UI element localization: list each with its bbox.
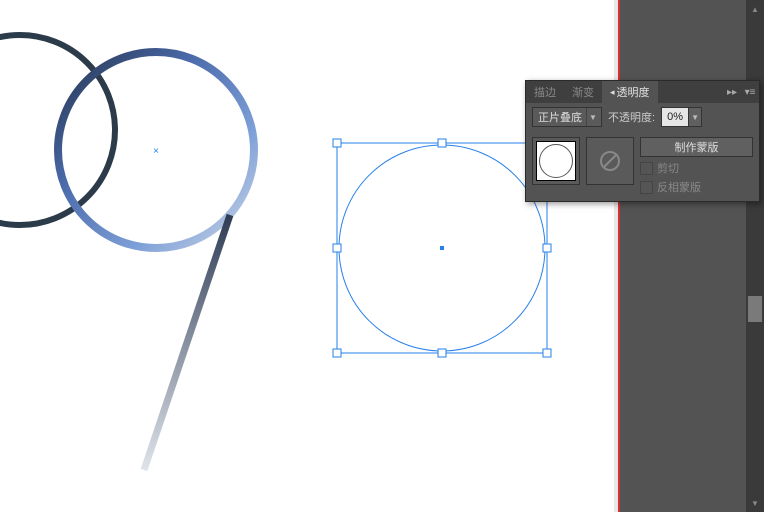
clip-checkbox[interactable] xyxy=(640,162,653,175)
object-thumbnail[interactable] xyxy=(532,137,580,185)
clip-label: 剪切 xyxy=(657,160,679,176)
tab-gradient[interactable]: 渐变 xyxy=(564,81,602,103)
blend-mode-value: 正片叠底 xyxy=(538,109,582,125)
opacity-value[interactable]: 0% xyxy=(662,108,688,126)
handle-se[interactable] xyxy=(543,349,551,357)
opacity-input[interactable]: 0% ▼ xyxy=(661,107,702,127)
panel-row-mask: 制作蒙版 剪切 反相蒙版 xyxy=(526,131,759,201)
center-point xyxy=(440,246,444,250)
shape-tail-nine xyxy=(144,215,230,470)
scrollbar-vertical[interactable]: ▲ ▼ xyxy=(746,0,764,512)
make-mask-button[interactable]: 制作蒙版 xyxy=(640,137,753,157)
scroll-up-button[interactable]: ▲ xyxy=(748,2,762,16)
invert-mask-checkbox[interactable] xyxy=(640,181,653,194)
mask-thumbnail-empty[interactable] xyxy=(586,137,634,185)
panel-menu-icon[interactable]: ▾≡ xyxy=(741,87,759,98)
guide-line-red[interactable] xyxy=(618,0,620,512)
handle-sw[interactable] xyxy=(333,349,341,357)
right-panel-strip xyxy=(618,0,746,512)
handle-s[interactable] xyxy=(438,349,446,357)
chevron-left-icon: ◂ xyxy=(610,87,615,98)
handle-nw[interactable] xyxy=(333,139,341,147)
tab-transparency[interactable]: ◂ 透明度 xyxy=(602,81,658,103)
tab-stroke[interactable]: 描边 xyxy=(526,81,564,103)
handle-n[interactable] xyxy=(438,139,446,147)
blend-mode-dropdown[interactable]: 正片叠底 ▼ xyxy=(532,107,602,127)
panel-row-blend: 正片叠底 ▼ 不透明度: 0% ▼ xyxy=(526,103,759,131)
artboard[interactable]: × xyxy=(0,0,614,512)
dropdown-icon: ▼ xyxy=(586,108,599,126)
dropdown-icon[interactable]: ▼ xyxy=(688,108,701,126)
transparency-panel[interactable]: 描边 渐变 ◂ 透明度 ▸▸ ▾≡ 正片叠底 ▼ 不透明度: 0% ▼ xyxy=(525,80,760,202)
invert-mask-label: 反相蒙版 xyxy=(657,179,701,195)
handle-w[interactable] xyxy=(333,244,341,252)
tab-transparency-label: 透明度 xyxy=(617,84,650,100)
opacity-label: 不透明度: xyxy=(608,109,655,125)
no-mask-icon xyxy=(598,149,622,173)
scroll-down-button[interactable]: ▼ xyxy=(748,496,762,510)
handle-e[interactable] xyxy=(543,244,551,252)
scrollbar-thumb[interactable] xyxy=(748,296,762,322)
panel-tabs: 描边 渐变 ◂ 透明度 ▸▸ ▾≡ xyxy=(526,81,759,103)
anchor-mark-left: × xyxy=(153,146,159,157)
panel-expand-icon[interactable]: ▸▸ xyxy=(723,87,741,98)
